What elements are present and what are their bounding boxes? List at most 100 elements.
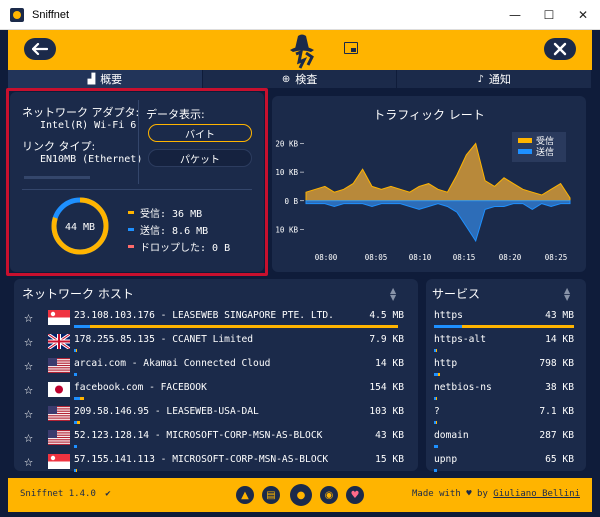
host-sent-bar bbox=[74, 325, 91, 328]
service-row[interactable]: netbios-ns 38 KB bbox=[426, 377, 586, 401]
author-link[interactable]: Giuliano Bellini bbox=[493, 489, 580, 499]
host-text: 57.155.141.113 - MICROSOFT-CORP-MSN-AS-B… bbox=[74, 454, 329, 465]
host-row[interactable]: ☆ 209.58.146.95 - LEASEWEB-USA-DAL 103 KB bbox=[14, 401, 418, 425]
y-tick-label: 20 KB bbox=[275, 139, 298, 148]
favorite-star-icon[interactable]: ☆ bbox=[24, 332, 33, 350]
book-icon[interactable]: ▤ bbox=[262, 486, 280, 504]
legend-out-swatch bbox=[518, 149, 532, 154]
heart-icon: ♥ bbox=[466, 489, 472, 499]
service-row[interactable]: domain 287 KB bbox=[426, 425, 586, 449]
hosts-list: ☆ 23.108.103.176 - LEASEWEB SINGAPORE PTE… bbox=[14, 305, 418, 473]
service-name: ? bbox=[434, 406, 440, 417]
service-name: http bbox=[434, 358, 458, 369]
service-sent-bar bbox=[434, 421, 436, 424]
host-text: 52.123.128.14 - MICROSOFT-CORP-MSN-AS-BL… bbox=[74, 430, 323, 441]
service-size: 43 MB bbox=[545, 310, 574, 321]
window-title: Sniffnet bbox=[32, 8, 70, 21]
credits: Made with ♥ by Giuliano Bellini bbox=[412, 489, 580, 499]
service-size: 287 KB bbox=[539, 430, 574, 441]
x-tick-label: 08:20 bbox=[499, 253, 522, 262]
window-titlebar: Sniffnet — ☐ ✕ bbox=[0, 0, 600, 30]
service-size: 7.1 KB bbox=[539, 406, 574, 417]
host-text: 23.108.103.176 - LEASEWEB SINGAPORE PTE.… bbox=[74, 310, 334, 321]
app-icon bbox=[10, 7, 24, 22]
favorite-star-icon[interactable]: ☆ bbox=[24, 308, 33, 326]
country-flag-icon bbox=[48, 358, 70, 373]
favorite-star-icon[interactable]: ☆ bbox=[24, 404, 33, 422]
legend-in-label: 受信 bbox=[536, 135, 554, 147]
minimize-button[interactable]: — bbox=[498, 0, 532, 30]
service-row[interactable]: http 798 KB bbox=[426, 353, 586, 377]
host-row[interactable]: ☆ 23.108.103.176 - LEASEWEB SINGAPORE PTE… bbox=[14, 305, 418, 329]
host-text: arcai.com - Akamai Connected Cloud bbox=[74, 358, 271, 369]
country-flag-icon bbox=[48, 406, 70, 421]
service-row[interactable]: https-alt 14 KB bbox=[426, 329, 586, 353]
favorite-star-icon[interactable]: ☆ bbox=[24, 452, 33, 470]
hosts-title: ネットワーク ホスト bbox=[22, 287, 134, 301]
service-size: 14 KB bbox=[545, 334, 574, 345]
country-flag-icon bbox=[48, 334, 70, 349]
bell-icon: ♪ bbox=[477, 73, 484, 85]
services-title: サービス bbox=[432, 287, 481, 301]
maximize-button[interactable]: ☐ bbox=[532, 0, 566, 30]
tools-icon bbox=[553, 42, 567, 56]
service-sent-bar bbox=[434, 445, 439, 448]
version-label: Sniffnet 1.4.0 ✔ bbox=[20, 489, 111, 499]
settings-button[interactable] bbox=[544, 38, 576, 60]
traffic-panel: トラフィック レート 20 KB 10 KB 0 B 10 KB 08:00 08:05 0… bbox=[272, 96, 586, 272]
picture-in-picture-icon[interactable] bbox=[344, 42, 358, 54]
x-tick-label: 08:10 bbox=[409, 253, 432, 262]
sniffnet-logo-icon bbox=[290, 34, 314, 69]
service-row[interactable]: upnp 65 KB bbox=[426, 449, 586, 473]
host-row[interactable]: ☆ 52.123.128.14 - MICROSOFT-CORP-MSN-AS-B… bbox=[14, 425, 418, 449]
service-row[interactable]: https 43 MB bbox=[426, 305, 586, 329]
tab-notifications[interactable]: ♪ 通知 bbox=[397, 70, 593, 88]
host-row[interactable]: ☆ 57.155.141.113 - MICROSOFT-CORP-MSN-AS-… bbox=[14, 449, 418, 473]
traffic-chart: 20 KB 10 KB 0 B 10 KB 08:00 08:05 08:10 08:15 08… bbox=[275, 132, 571, 262]
favorite-star-icon[interactable]: ☆ bbox=[24, 380, 33, 398]
legend-out-label: 送信 bbox=[536, 146, 554, 158]
sponsor-heart-icon[interactable]: ♥ bbox=[346, 486, 364, 504]
check-icon: ✔ bbox=[105, 489, 111, 499]
service-name: domain bbox=[434, 430, 469, 441]
host-text: 178.255.85.135 - CCANET Limited bbox=[74, 334, 254, 345]
tab-overview[interactable]: ▟ 概要 bbox=[8, 70, 203, 88]
close-button[interactable]: ✕ bbox=[566, 0, 600, 30]
made-with-text: Made with bbox=[411, 489, 461, 499]
highlight-frame bbox=[6, 88, 268, 276]
host-sent-bar bbox=[74, 349, 76, 352]
service-row[interactable]: ? 7.1 KB bbox=[426, 401, 586, 425]
x-tick-label: 08:25 bbox=[545, 253, 568, 262]
host-row[interactable]: ☆ arcai.com - Akamai Connected Cloud 14 KB bbox=[14, 353, 418, 377]
host-sent-bar bbox=[74, 373, 78, 376]
back-arrow-icon bbox=[32, 43, 48, 55]
host-sent-bar bbox=[74, 421, 78, 424]
host-size: 15 KB bbox=[375, 454, 404, 465]
service-sent-bar bbox=[434, 469, 437, 472]
tab-inspect[interactable]: ⊕ 検査 bbox=[202, 70, 398, 88]
back-button[interactable] bbox=[24, 38, 56, 60]
service-name: https-alt bbox=[434, 334, 486, 345]
service-sent-bar bbox=[434, 349, 436, 352]
wiki-icon[interactable]: ▲ bbox=[236, 486, 254, 504]
sent-area bbox=[305, 200, 571, 243]
host-size: 103 KB bbox=[369, 406, 404, 417]
service-size: 798 KB bbox=[539, 358, 574, 369]
service-name: netbios-ns bbox=[434, 382, 492, 393]
host-row[interactable]: ☆ facebook.com - FACEBOOK 154 KB bbox=[14, 377, 418, 401]
tab-bar: ▟ 概要 ⊕ 検査 ♪ 通知 bbox=[8, 70, 593, 88]
favorite-star-icon[interactable]: ☆ bbox=[24, 428, 33, 446]
host-size: 43 KB bbox=[375, 430, 404, 441]
magnifier-icon: ⊕ bbox=[281, 73, 291, 85]
tab-inspect-label: 検査 bbox=[295, 73, 318, 86]
services-sort-icon[interactable]: ▲ ▼ bbox=[564, 287, 570, 302]
host-sent-bar bbox=[74, 397, 81, 400]
host-sent-bar bbox=[74, 445, 78, 448]
news-icon[interactable]: ◉ bbox=[320, 486, 338, 504]
github-icon[interactable]: ● bbox=[290, 484, 312, 506]
country-flag-icon bbox=[48, 430, 70, 445]
favorite-star-icon[interactable]: ☆ bbox=[24, 356, 33, 374]
tab-overview-label: 概要 bbox=[100, 73, 123, 86]
hosts-sort-icon[interactable]: ▲ ▼ bbox=[390, 287, 396, 302]
host-row[interactable]: ☆ 178.255.85.135 - CCANET Limited 7.9 KB bbox=[14, 329, 418, 353]
